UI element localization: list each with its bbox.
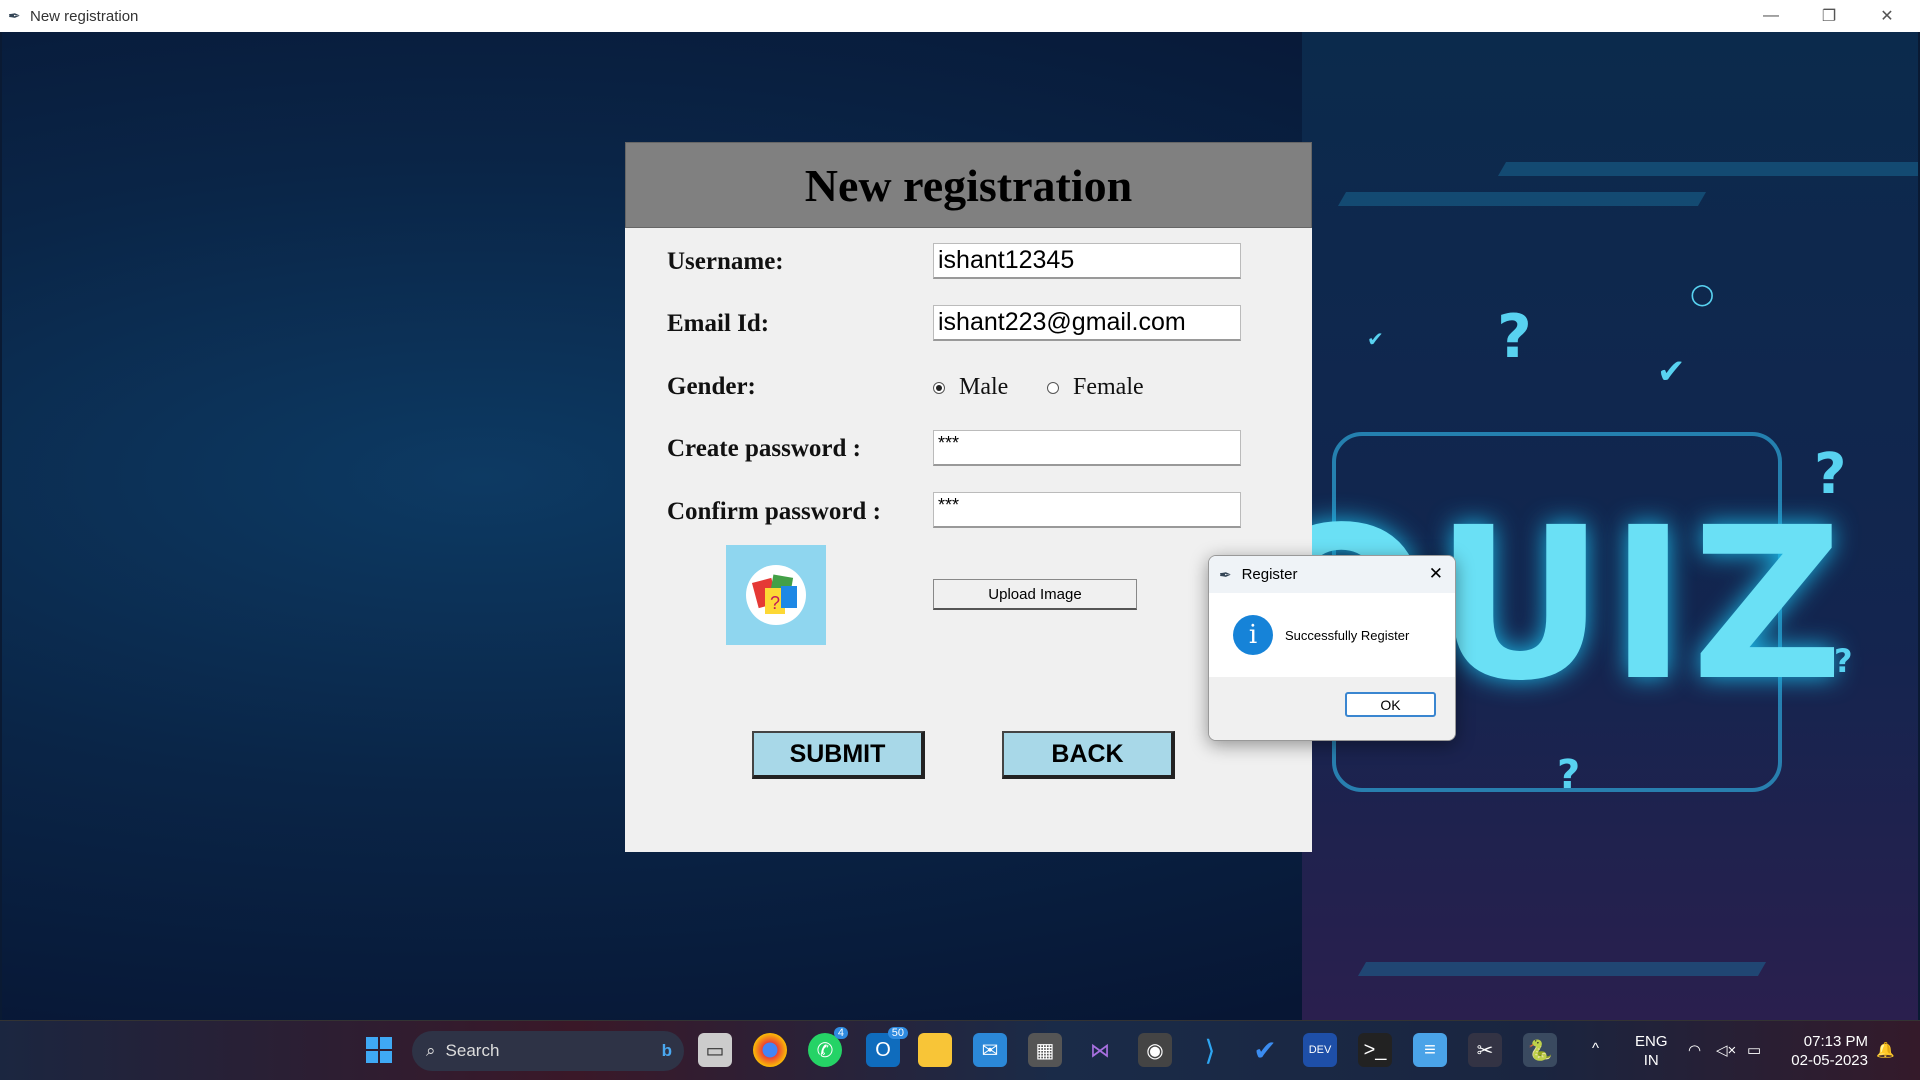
registration-form: New registration Username: ishant12345 E… bbox=[625, 142, 1312, 852]
outlook-icon[interactable]: O 50 bbox=[866, 1027, 908, 1067]
file-explorer-icon[interactable] bbox=[918, 1033, 952, 1067]
notification-icon[interactable]: 🔔 bbox=[1876, 1041, 1895, 1060]
quiz-image-icon: ? bbox=[746, 565, 806, 625]
form-title: New registration bbox=[625, 142, 1312, 228]
register-dialog: ✒ Register ✕ i Successfully Register OK bbox=[1208, 555, 1456, 741]
gender-female-radio[interactable]: Female bbox=[1047, 374, 1144, 401]
question-mark: ? bbox=[1557, 752, 1581, 798]
mail-icon[interactable]: ✉ bbox=[973, 1033, 1007, 1067]
close-button[interactable]: ✕ bbox=[1858, 0, 1916, 32]
back-button[interactable]: BACK bbox=[1002, 731, 1175, 779]
snipping-tool-icon[interactable]: ✂ bbox=[1468, 1033, 1502, 1067]
python-icon[interactable]: 🐍 bbox=[1523, 1033, 1557, 1067]
feather-icon: ✒ bbox=[1219, 566, 1232, 584]
notepad-icon[interactable]: ≡ bbox=[1413, 1033, 1447, 1067]
battery-icon[interactable]: ▭ bbox=[1747, 1041, 1761, 1060]
stripe bbox=[1357, 962, 1767, 976]
todo-icon[interactable]: ✔ bbox=[1248, 1033, 1282, 1067]
wifi-icon[interactable]: ◠ bbox=[1688, 1041, 1701, 1060]
username-input[interactable]: ishant12345 bbox=[933, 243, 1241, 279]
ok-button[interactable]: OK bbox=[1345, 692, 1436, 717]
confirm-password-label: Confirm password : bbox=[667, 498, 881, 525]
dialog-titlebar: ✒ Register ✕ bbox=[1209, 556, 1455, 593]
radio-label: Male bbox=[959, 374, 1009, 400]
circle-deco: ○ bbox=[1690, 277, 1715, 310]
whatsapp-badge: 4 bbox=[833, 1027, 848, 1039]
upload-image-button[interactable]: Upload Image bbox=[933, 579, 1137, 610]
profile-image: ? bbox=[726, 545, 826, 645]
time: 07:13 PM bbox=[1803, 1033, 1868, 1050]
create-password-input[interactable]: *** bbox=[933, 430, 1241, 466]
search-placeholder: Search bbox=[445, 1041, 500, 1060]
radio-label: Female bbox=[1073, 374, 1144, 400]
dialog-message: Successfully Register bbox=[1285, 627, 1410, 643]
stripe bbox=[1497, 162, 1918, 176]
camera-icon[interactable]: ◉ bbox=[1138, 1033, 1172, 1067]
taskbar: ⌕ Search b ▭ ✆ 4 O 50 ✉ ▦ ⋈ ◉ ⟩ ✔ DEV >_ ≡ ✂… bbox=[0, 1020, 1920, 1080]
language-indicator[interactable]: ENG IN bbox=[1635, 1032, 1668, 1070]
visual-studio-icon[interactable]: ⋈ bbox=[1083, 1033, 1117, 1067]
lang: ENG bbox=[1635, 1033, 1668, 1050]
email-label: Email Id: bbox=[667, 310, 770, 337]
region: IN bbox=[1643, 1052, 1659, 1069]
svg-text:?: ? bbox=[770, 593, 780, 613]
window-titlebar: ✒ New registration — ❐ ✕ bbox=[0, 0, 1920, 32]
show-hidden-icons[interactable]: ^ bbox=[1592, 1039, 1599, 1058]
search-box[interactable]: ⌕ Search b bbox=[412, 1031, 684, 1071]
stripe bbox=[1337, 192, 1707, 206]
dialog-close-icon[interactable]: ✕ bbox=[1429, 564, 1443, 584]
whatsapp-icon[interactable]: ✆ 4 bbox=[808, 1027, 848, 1067]
radio-dot bbox=[1047, 381, 1059, 394]
outlook-badge: 50 bbox=[887, 1027, 908, 1039]
terminal-icon[interactable]: >_ bbox=[1358, 1033, 1392, 1067]
calculator-icon[interactable]: ▦ bbox=[1028, 1033, 1062, 1067]
volume-muted-icon[interactable]: ◁× bbox=[1716, 1041, 1736, 1060]
dev-home-icon[interactable]: DEV bbox=[1303, 1033, 1337, 1067]
dialog-title: Register bbox=[1241, 566, 1298, 583]
task-view-icon[interactable]: ▭ bbox=[698, 1033, 732, 1067]
window-title: New registration bbox=[30, 7, 139, 25]
check-mark: ✔ bbox=[1657, 352, 1686, 392]
confirm-password-input[interactable]: *** bbox=[933, 492, 1241, 528]
clock[interactable]: 07:13 PM 02-05-2023 bbox=[1784, 1032, 1868, 1070]
bing-icon[interactable]: b bbox=[662, 1041, 672, 1061]
info-icon: i bbox=[1233, 615, 1273, 655]
question-mark: ? bbox=[1497, 302, 1532, 372]
radio-dot bbox=[933, 381, 945, 394]
question-mark: ? bbox=[1814, 442, 1847, 507]
gender-label: Gender: bbox=[667, 373, 756, 400]
feather-icon: ✒ bbox=[8, 8, 21, 25]
start-icon[interactable] bbox=[362, 1033, 396, 1067]
minimize-button[interactable]: — bbox=[1742, 0, 1800, 32]
chrome-icon[interactable] bbox=[753, 1033, 787, 1067]
search-icon: ⌕ bbox=[426, 1041, 436, 1060]
username-label: Username: bbox=[667, 248, 784, 275]
restore-button[interactable]: ❐ bbox=[1800, 0, 1858, 32]
gender-male-radio[interactable]: Male bbox=[933, 374, 1008, 401]
create-password-label: Create password : bbox=[667, 435, 861, 462]
submit-button[interactable]: SUBMIT bbox=[752, 731, 925, 779]
vscode-icon[interactable]: ⟩ bbox=[1193, 1033, 1227, 1067]
question-mark: ? bbox=[1834, 642, 1853, 680]
check-mark: ✔ bbox=[1367, 327, 1384, 351]
email-input[interactable]: ishant223@gmail.com bbox=[933, 305, 1241, 341]
date: 02-05-2023 bbox=[1791, 1052, 1868, 1069]
